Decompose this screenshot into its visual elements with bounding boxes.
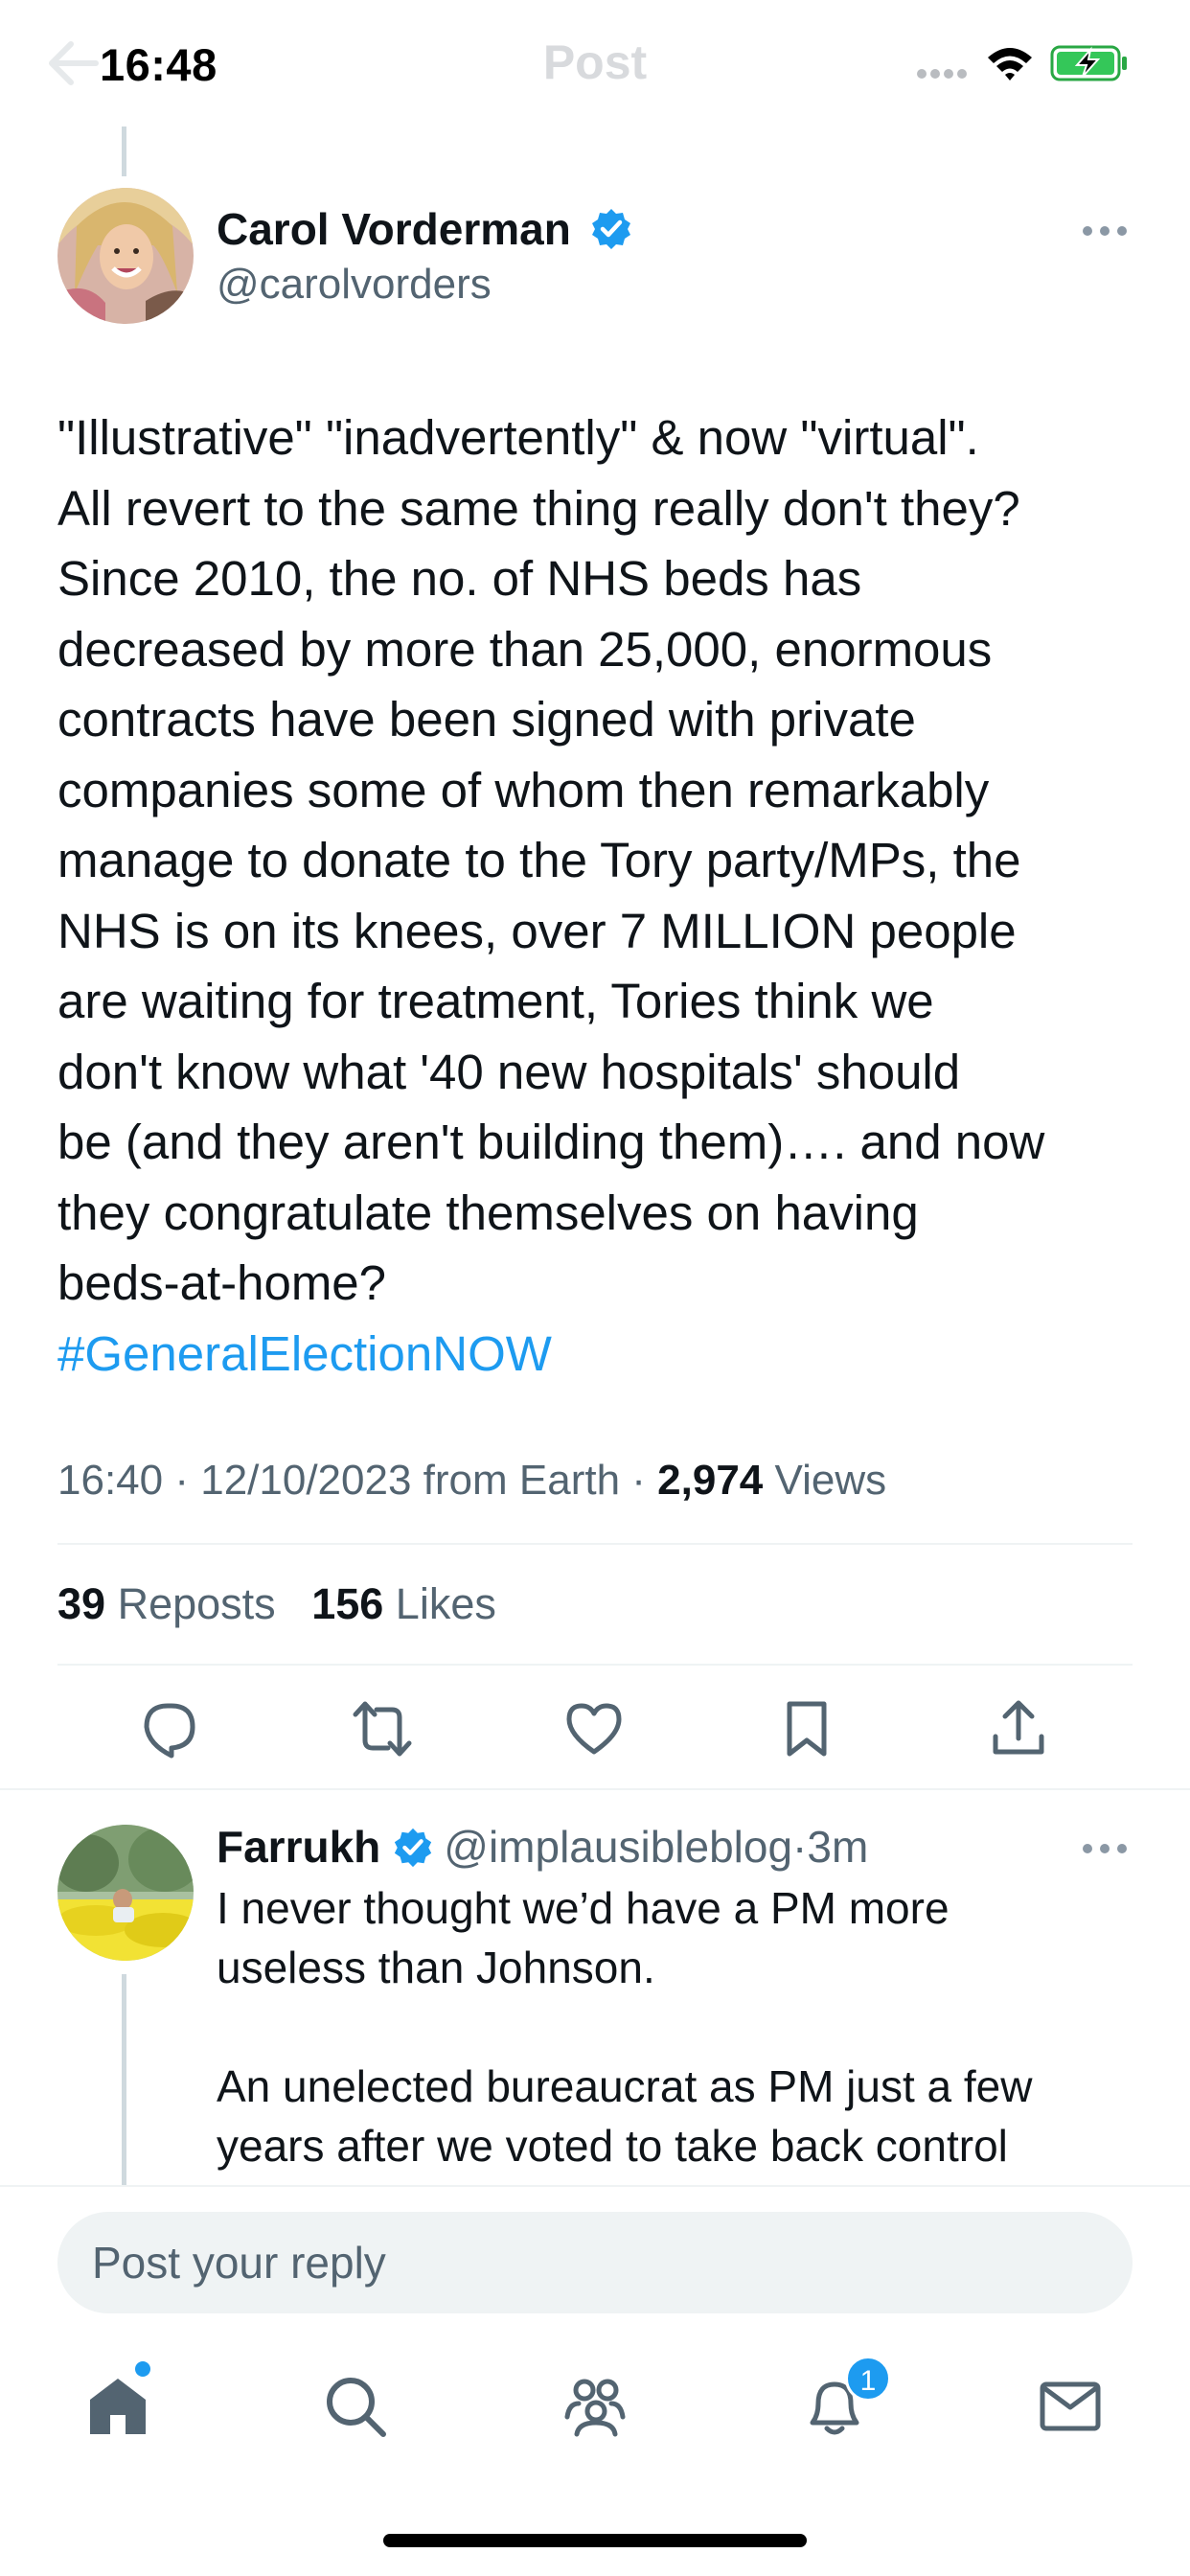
post-text-line: NHS is on its knees, over 7 MILLION peop…: [57, 903, 1017, 958]
post-text-line: companies some of whom then remarkably: [57, 762, 990, 817]
post-text-line: "Illustrative" "inadvertently" & now "vi…: [57, 410, 979, 465]
reply-icon[interactable]: [139, 1698, 200, 1760]
home-unread-dot: [135, 2361, 150, 2377]
author-handle[interactable]: @implausibleblog: [444, 1822, 792, 1872]
search-icon[interactable]: [320, 2371, 391, 2442]
post-text-line: decreased by more than 25,000, enormous: [57, 621, 993, 677]
reply-text-line: years after we voted to take back contro…: [217, 2121, 1008, 2171]
notification-badge: 1: [845, 2356, 891, 2402]
author-name[interactable]: Carol Vorderman: [217, 203, 571, 255]
wifi-icon: [988, 48, 1032, 80]
battery-charging-icon: [1050, 45, 1127, 81]
divider: [57, 1664, 1133, 1666]
thread-line: [122, 1974, 126, 2187]
post-text-line: Since 2010, the no. of NHS beds has: [57, 551, 862, 606]
reply-text-line: An unelected bureaucrat as PM just a few: [217, 2061, 1033, 2111]
reposts-stat[interactable]: 39 Reposts: [57, 1579, 276, 1628]
status-bar: Post 16:48: [0, 0, 1190, 126]
bookmark-icon[interactable]: [776, 1698, 837, 1760]
like-icon[interactable]: [563, 1698, 625, 1760]
repost-icon[interactable]: [352, 1698, 413, 1760]
views-count: 2,974: [657, 1457, 764, 1504]
post-time[interactable]: 16:40: [57, 1457, 163, 1504]
avatar[interactable]: [57, 188, 194, 324]
likes-stat[interactable]: 156 Likes: [311, 1579, 496, 1628]
post-text: "Illustrative" "inadvertently" & now "vi…: [57, 402, 1140, 1389]
verified-badge-icon: [592, 209, 630, 249]
reply-input[interactable]: [57, 2212, 1133, 2313]
post-text-line: All revert to the same thing really don'…: [57, 480, 1020, 536]
post-text-line: be (and they aren't building them)…. and…: [57, 1115, 1045, 1169]
author-name[interactable]: Farrukh: [217, 1822, 380, 1872]
divider: [0, 1788, 1190, 1790]
reply-text-line: useless than Johnson.: [217, 1943, 655, 1992]
post-text-line: beds-at-home?: [57, 1255, 387, 1310]
more-options-icon[interactable]: [1081, 217, 1129, 245]
share-icon[interactable]: [988, 1698, 1049, 1760]
avatar[interactable]: [57, 1825, 194, 1961]
signal-icon: [917, 69, 967, 79]
post-date[interactable]: 12/10/2023: [200, 1457, 411, 1504]
separator-dot: ·: [792, 1822, 808, 1872]
messages-icon[interactable]: [1035, 2371, 1106, 2442]
views-label: Views: [774, 1457, 887, 1504]
hashtag-link[interactable]: #GeneralElectionNOW: [57, 1319, 1140, 1390]
reply-text: I never thought we’d have a PM more usel…: [217, 1878, 1136, 2175]
thread-line: [122, 126, 126, 176]
post-stats: 39 Reposts 156 Likes: [57, 1579, 496, 1629]
post-text-line: contracts have been signed with private: [57, 692, 916, 747]
post-text-line: they congratulate themselves on having: [57, 1184, 919, 1240]
likes-count: 156: [311, 1579, 384, 1628]
status-time: 16:48: [100, 39, 217, 90]
verified-badge-icon: [395, 1828, 432, 1868]
post-text-line: don't know what '40 new hospitals' shoul…: [57, 1044, 961, 1099]
home-indicator[interactable]: [383, 2534, 807, 2547]
reposts-count: 39: [57, 1579, 106, 1628]
author-handle[interactable]: @carolvorders: [217, 261, 492, 309]
likes-label: Likes: [395, 1579, 496, 1628]
reply-header: Farrukh @implausibleblog·3m: [217, 1821, 868, 1873]
post-text-line: are waiting for treatment, Tories think …: [57, 974, 934, 1028]
reply-text-line: I never thought we’d have a PM more: [217, 1883, 950, 1933]
reposts-label: Reposts: [117, 1579, 276, 1628]
reply-time[interactable]: 3m: [807, 1822, 868, 1872]
home-icon[interactable]: [82, 2371, 153, 2442]
communities-icon[interactable]: [560, 2371, 630, 2442]
more-options-icon[interactable]: [1081, 1834, 1129, 1863]
divider: [57, 1543, 1133, 1545]
post-source: from Earth: [423, 1457, 621, 1504]
post-text-line: manage to donate to the Tory party/MPs, …: [57, 833, 1021, 887]
post-meta: 16:40 · 12/10/2023 from Earth · 2,974 Vi…: [57, 1457, 887, 1504]
